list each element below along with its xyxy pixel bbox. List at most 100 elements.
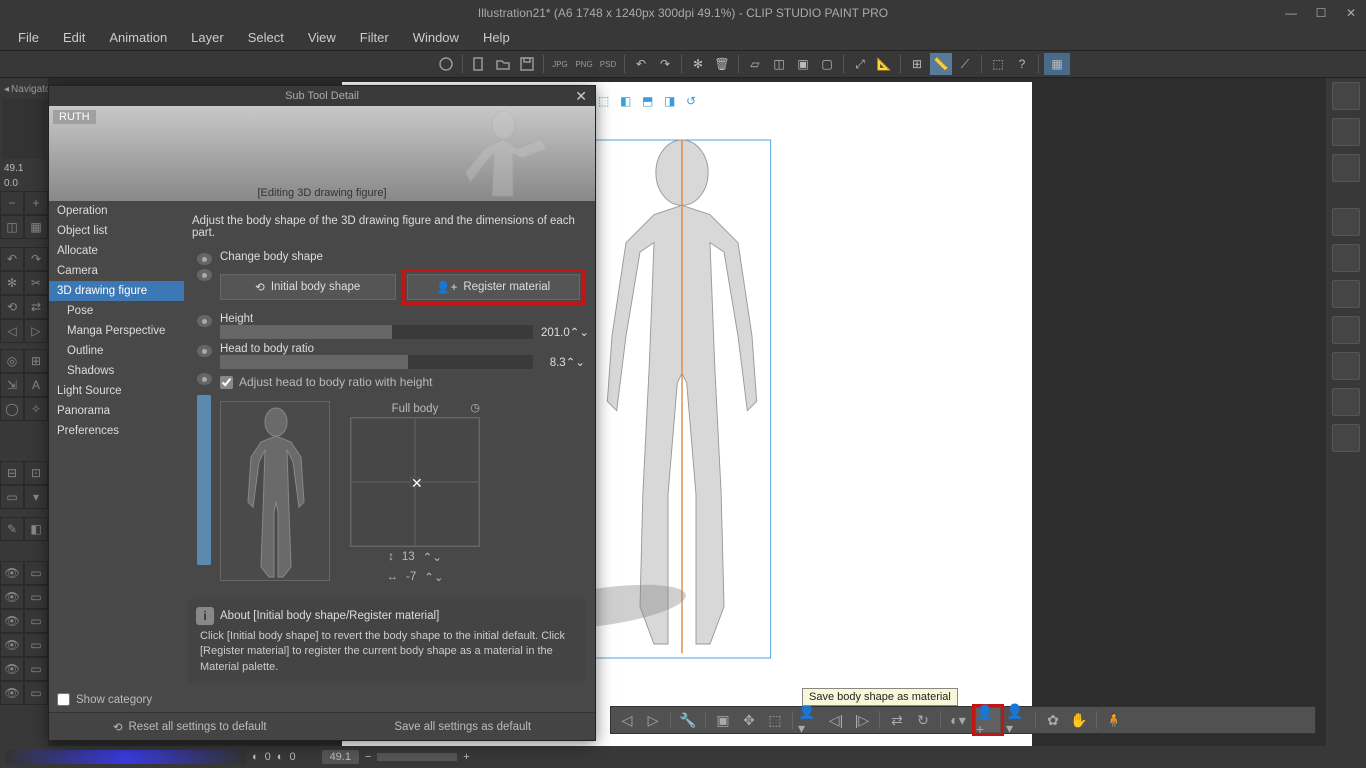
redo-icon[interactable]: ↷ — [654, 53, 676, 75]
menu-file[interactable]: File — [8, 27, 49, 48]
height-value[interactable]: 201.0⌃⌄ — [541, 325, 585, 339]
help-icon[interactable]: ? — [1011, 53, 1033, 75]
invert-icon[interactable]: ▣ — [792, 53, 814, 75]
timer-icon[interactable]: ◷ — [470, 401, 480, 414]
material-palette-icon[interactable] — [1332, 82, 1360, 110]
ratio-slider[interactable] — [220, 355, 533, 369]
ground-icon[interactable]: ⬚ — [763, 708, 787, 732]
ruler-icon[interactable]: 📐 — [873, 53, 895, 75]
sidebar-pose[interactable]: Pose — [49, 301, 184, 321]
pose-save-icon[interactable]: 👤▾ — [798, 708, 822, 732]
scale-icon[interactable]: ⤢ — [849, 53, 871, 75]
border-icon[interactable]: ▢ — [816, 53, 838, 75]
eraser-icon[interactable]: ◧ — [24, 517, 48, 541]
next-icon[interactable]: ▷ — [24, 319, 48, 343]
layer-palette-icon[interactable] — [1332, 118, 1360, 146]
eye-toggle-4[interactable] — [197, 373, 212, 385]
sidebar-manga[interactable]: Manga Perspective — [49, 321, 184, 341]
close-button[interactable]: ✕ — [1336, 0, 1366, 25]
color-slider[interactable] — [6, 750, 246, 764]
export-jpg-icon[interactable]: JPG — [549, 53, 571, 75]
box-persp-icon[interactable]: ◨ — [664, 94, 682, 112]
layer-e[interactable]: ▭ — [24, 657, 48, 681]
eye-icon[interactable]: 👁 — [0, 561, 24, 585]
menu-view[interactable]: View — [298, 27, 346, 48]
cube-icon[interactable]: ⬚ — [987, 53, 1009, 75]
sidebar-preferences[interactable]: Preferences — [49, 421, 184, 441]
sidebar-panorama[interactable]: Panorama — [49, 401, 184, 421]
sidebar-outline[interactable]: Outline — [49, 341, 184, 361]
reset-all-button[interactable]: ⟲Reset all settings to default — [113, 720, 267, 734]
spin1-value[interactable]: 13 — [402, 551, 415, 563]
zoom-plus-icon[interactable]: + — [463, 751, 469, 763]
head-icon[interactable] — [1332, 316, 1360, 344]
zoom-out-icon[interactable]: − — [0, 191, 24, 215]
zoom-value[interactable]: 49.1 — [0, 161, 48, 176]
brush-icon[interactable]: ✎ — [0, 517, 24, 541]
redo-tool-icon[interactable]: ↷ — [24, 247, 48, 271]
undo-tool-icon[interactable]: ↶ — [0, 247, 24, 271]
sidebar-light[interactable]: Light Source — [49, 381, 184, 401]
menu-window[interactable]: Window — [403, 27, 469, 48]
sidebar-shadows[interactable]: Shadows — [49, 361, 184, 381]
height-slider[interactable] — [220, 325, 533, 339]
target-icon[interactable]: ◎ — [0, 349, 24, 373]
eye4-icon[interactable]: 👁 — [0, 633, 24, 657]
lasso-icon[interactable]: ◯ — [0, 397, 24, 421]
wrench-icon[interactable]: 🔧 — [676, 708, 700, 732]
layer-f[interactable]: ▭ — [24, 681, 48, 705]
snap-perspective-icon[interactable]: ⟋ — [954, 53, 976, 75]
dialog-header[interactable]: Sub Tool Detail ✕ — [49, 86, 595, 106]
reset-camera-icon[interactable]: ↺ — [686, 94, 704, 112]
wand-icon[interactable]: ✧ — [24, 397, 48, 421]
layer-b[interactable]: ▭ — [24, 585, 48, 609]
pose-icon[interactable] — [1332, 208, 1360, 236]
save-body-material-button[interactable]: 👤+ — [976, 708, 1000, 732]
body-icon[interactable] — [1332, 244, 1360, 272]
layer-c[interactable]: ▭ — [24, 609, 48, 633]
body-dd-icon[interactable]: 👤▾ — [1006, 708, 1030, 732]
misc-icon[interactable] — [1332, 424, 1360, 452]
fx-icon[interactable] — [1332, 388, 1360, 416]
pose-next-icon[interactable]: |▷ — [850, 708, 874, 732]
dropdown-icon[interactable]: ▾ — [24, 485, 48, 509]
eye3-icon[interactable]: 👁 — [0, 609, 24, 633]
rotate-icon[interactable]: ⟲ — [0, 295, 24, 319]
body-slider-icon[interactable]: ◐▾ — [946, 708, 970, 732]
eye5-icon[interactable]: 👁 — [0, 657, 24, 681]
layer-a[interactable]: ▭ — [24, 561, 48, 585]
eye6-icon[interactable]: 👁 — [0, 681, 24, 705]
hand-pose-icon[interactable]: ✋ — [1067, 708, 1091, 732]
register-material-button[interactable]: 👤+Register material — [407, 274, 581, 300]
box-top-icon[interactable]: ⬒ — [642, 94, 660, 112]
save-all-button[interactable]: Save all settings as default — [394, 721, 531, 733]
zoom-minus-icon[interactable]: − — [365, 751, 371, 763]
eye-toggle-1b[interactable] — [197, 269, 212, 281]
bodytype-grid[interactable]: ✕ — [350, 417, 480, 547]
prev-object-icon[interactable]: ◁ — [615, 708, 639, 732]
studio-icon[interactable] — [435, 53, 457, 75]
prev-icon[interactable]: ◁ — [0, 319, 24, 343]
box-front-icon[interactable]: ⬚ — [598, 94, 616, 112]
link-icon[interactable]: ⇲ — [0, 373, 24, 397]
shape-icon[interactable]: ▭ — [0, 485, 24, 509]
sidebar-allocate[interactable]: Allocate — [49, 241, 184, 261]
export-psd-icon[interactable]: PSD — [597, 53, 619, 75]
scissors-icon[interactable]: ✂ — [24, 271, 48, 295]
minimize-button[interactable]: — — [1276, 0, 1306, 25]
export-png-icon[interactable]: PNG — [573, 53, 595, 75]
camera-frame-icon[interactable]: ▣ — [711, 708, 735, 732]
menu-animation[interactable]: Animation — [99, 27, 177, 48]
grid-icon[interactable]: ⊞ — [24, 349, 48, 373]
menu-select[interactable]: Select — [238, 27, 294, 48]
sparkle-icon[interactable]: ✻ — [0, 271, 24, 295]
adjust-ratio-checkbox[interactable]: Adjust head to body ratio with height — [220, 371, 585, 393]
snap-ruler-icon[interactable]: 📏 — [930, 53, 952, 75]
menu-filter[interactable]: Filter — [350, 27, 399, 48]
reset-pose-icon[interactable]: ↻ — [911, 708, 935, 732]
pose-prev-icon[interactable]: ◁| — [824, 708, 848, 732]
menu-help[interactable]: Help — [473, 27, 520, 48]
eye-toggle-1[interactable] — [197, 253, 212, 265]
save-icon[interactable] — [516, 53, 538, 75]
snap-grid-icon[interactable]: ⊞ — [906, 53, 928, 75]
